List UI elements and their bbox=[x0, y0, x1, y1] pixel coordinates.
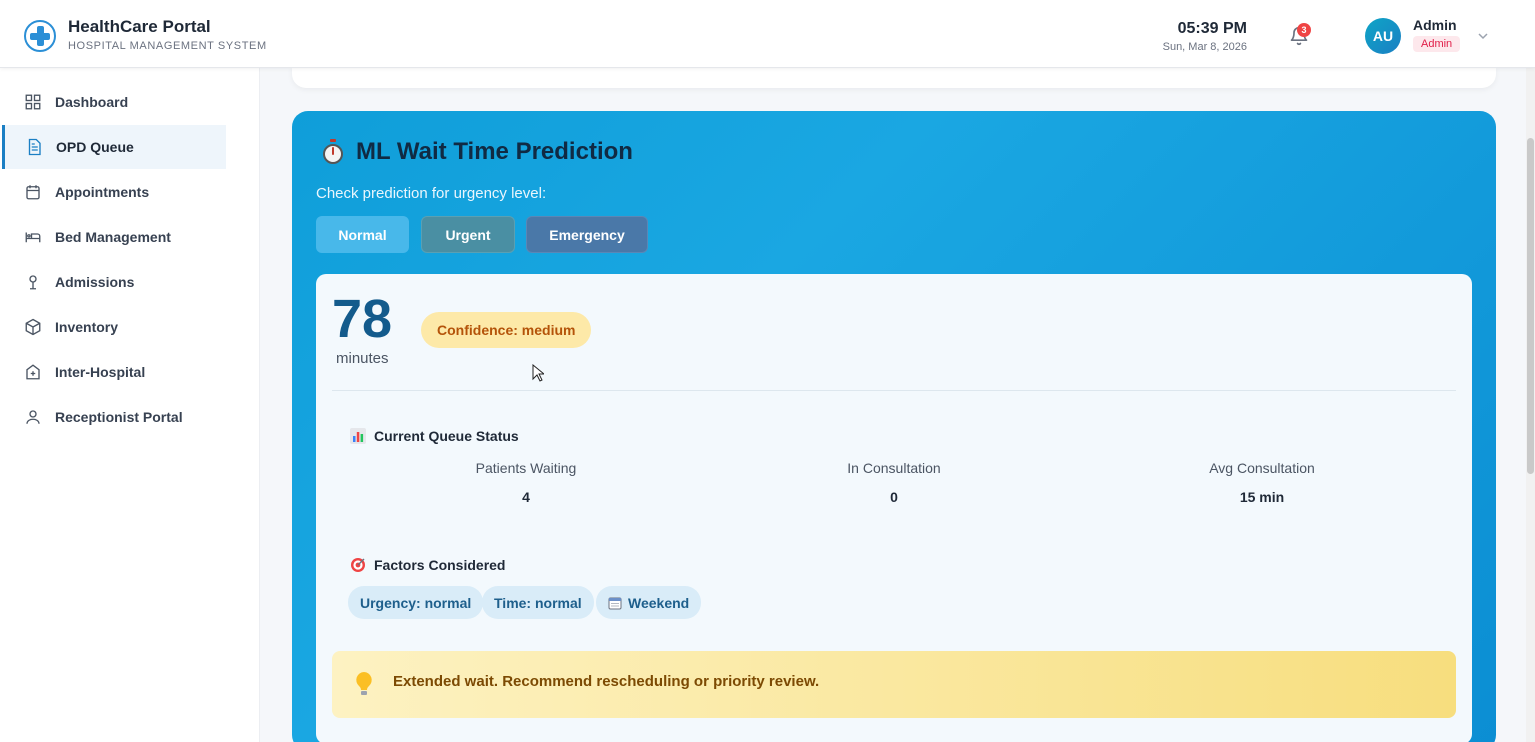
factor-chip-label: Time: normal bbox=[494, 594, 582, 611]
panel-subtitle: Check prediction for urgency level: bbox=[316, 185, 547, 202]
calendar-icon bbox=[26, 185, 40, 200]
sidebar-item-label: Bed Management bbox=[55, 229, 171, 245]
hospital-icon bbox=[26, 364, 40, 380]
factors-title: Factors Considered bbox=[374, 557, 506, 573]
lightbulb-icon bbox=[356, 672, 372, 695]
urgency-normal-button[interactable]: Normal bbox=[316, 216, 409, 253]
factor-chip-label: Weekend bbox=[628, 594, 690, 611]
queue-status-heading: Current Queue Status bbox=[350, 428, 519, 444]
factor-chip: Time: normal bbox=[482, 586, 594, 619]
sidebar: Dashboard OPD Queue Appointments Bed Man… bbox=[0, 68, 260, 742]
bed-icon bbox=[25, 232, 41, 243]
urgency-urgent-button[interactable]: Urgent bbox=[421, 216, 515, 253]
target-icon bbox=[351, 558, 365, 572]
sidebar-item-dashboard[interactable]: Dashboard bbox=[4, 80, 228, 124]
sidebar-item-appointments[interactable]: Appointments bbox=[4, 170, 228, 214]
calendar-icon bbox=[608, 597, 622, 609]
user-icon bbox=[26, 410, 40, 424]
mouse-cursor-icon bbox=[532, 364, 544, 382]
current-time: 05:39 PM bbox=[1177, 20, 1247, 37]
top-header: HealthCare Portal HOSPITAL MANAGEMENT SY… bbox=[0, 0, 1535, 68]
urgency-emergency-button[interactable]: Emergency bbox=[526, 216, 648, 253]
sidebar-item-label: Admissions bbox=[55, 274, 135, 290]
logo-icon bbox=[24, 20, 56, 52]
sidebar-item-label: Dashboard bbox=[55, 94, 129, 110]
factor-chip-label: Urgency: normal bbox=[360, 594, 472, 611]
user-role-badge: Admin bbox=[1413, 36, 1461, 52]
sidebar-item-opd-queue[interactable]: OPD Queue bbox=[2, 125, 226, 169]
admission-icon bbox=[29, 275, 37, 290]
sidebar-item-admissions[interactable]: Admissions bbox=[4, 260, 228, 304]
divider bbox=[332, 390, 1456, 391]
bar-chart-icon bbox=[350, 428, 366, 444]
stat-value: 4 bbox=[522, 489, 530, 505]
predicted-wait-value: 78 bbox=[332, 289, 393, 349]
panel-title: ML Wait Time Prediction bbox=[356, 138, 633, 165]
sidebar-item-receptionist-portal[interactable]: Receptionist Portal bbox=[4, 395, 228, 439]
factors-heading: Factors Considered bbox=[350, 557, 505, 573]
sidebar-item-label: OPD Queue bbox=[56, 139, 134, 155]
scrollbar-thumb[interactable] bbox=[1527, 138, 1534, 474]
confidence-badge: Confidence: medium bbox=[421, 312, 592, 348]
ml-wait-time-panel: ML Wait Time Prediction Check prediction… bbox=[292, 111, 1496, 742]
app-title: HealthCare Portal bbox=[68, 17, 211, 36]
queue-status-title: Current Queue Status bbox=[374, 428, 519, 444]
user-name: Admin bbox=[1413, 17, 1457, 33]
advice-text: Extended wait. Recommend rescheduling or… bbox=[393, 673, 820, 690]
current-date: Sun, Mar 8, 2026 bbox=[1162, 41, 1247, 53]
factor-chip: Urgency: normal bbox=[348, 586, 484, 619]
previous-card bbox=[292, 66, 1496, 88]
stat-value: 0 bbox=[890, 489, 898, 505]
stat-label: In Consultation bbox=[847, 460, 941, 476]
sidebar-item-label: Appointments bbox=[55, 184, 150, 200]
sidebar-item-inventory[interactable]: Inventory bbox=[4, 305, 228, 349]
app-subtitle: HOSPITAL MANAGEMENT SYSTEM bbox=[68, 40, 267, 52]
sidebar-item-bed-management[interactable]: Bed Management bbox=[4, 215, 228, 259]
box-icon bbox=[25, 318, 41, 336]
avatar[interactable]: AU bbox=[1365, 18, 1401, 54]
sidebar-item-label: Inter-Hospital bbox=[55, 364, 146, 380]
advice-banner: Extended wait. Recommend rescheduling or… bbox=[332, 651, 1456, 718]
notification-badge: 3 bbox=[1297, 23, 1311, 37]
sidebar-item-label: Receptionist Portal bbox=[55, 409, 183, 425]
predicted-wait-unit: minutes bbox=[336, 350, 389, 367]
document-icon bbox=[28, 138, 41, 156]
stopwatch-icon bbox=[323, 139, 343, 164]
sidebar-item-label: Inventory bbox=[55, 319, 119, 335]
stat-value: 15 min bbox=[1239, 489, 1285, 505]
clock: 05:39 PM Sun, Mar 8, 2026 bbox=[1163, 20, 1247, 53]
factor-chip: Weekend bbox=[596, 586, 702, 619]
sidebar-item-inter-hospital[interactable]: Inter-Hospital bbox=[4, 350, 228, 394]
chevron-down-icon[interactable] bbox=[1477, 30, 1489, 42]
stat-label: Avg Consultation bbox=[1209, 460, 1315, 476]
stat-label: Patients Waiting bbox=[475, 460, 577, 476]
prediction-result-card: 78 minutes Confidence: medium Current Qu… bbox=[316, 274, 1472, 742]
grid-icon bbox=[25, 94, 41, 110]
